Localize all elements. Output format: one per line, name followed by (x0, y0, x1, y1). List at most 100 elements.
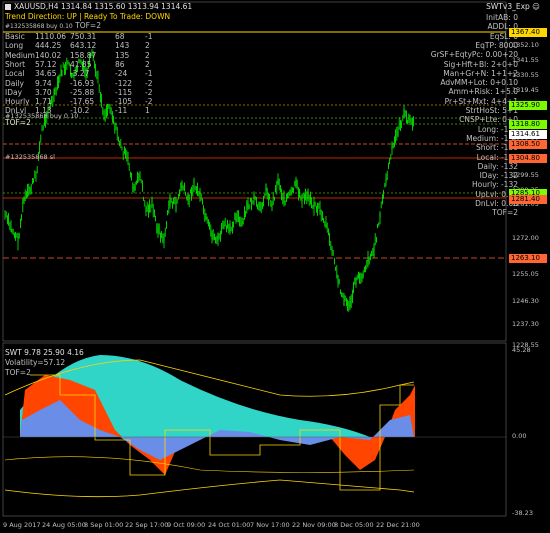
left-stat-cell: 750.31 (70, 32, 97, 41)
left-stat-cell: 2 (145, 41, 150, 51)
order-label-sl[interactable]: #132535868 sl (5, 153, 55, 161)
right-stat-row: EqTP: 8000 (400, 41, 518, 50)
right-stat-key: Long: (477, 124, 499, 134)
right-stat-row: GrSF+EqtyPc: 0.00+20 (400, 50, 518, 59)
left-stat-cell: 68 (115, 32, 125, 41)
time-axis-label: 24 Aug 05:00 (42, 521, 86, 529)
right-stat-row: Sig+Hft+Bl: 2+0+0 (400, 60, 518, 69)
right-stat-key: StrtHoSt: (465, 106, 500, 115)
right-stat-row: EqSL: 0 (400, 32, 518, 41)
symbol-indicator-icon (5, 4, 11, 10)
price-axis-label: 1255.05 (512, 270, 539, 278)
right-stat-key: DnLvl: (475, 199, 499, 208)
left-stat-cell: IDay (5, 87, 23, 97)
price-axis-label: 1352.10 (512, 41, 539, 49)
left-stat-cell: -24 (115, 69, 128, 79)
price-tag: 1308.50 (509, 140, 547, 149)
osc-axis-mid: 0.00 (512, 432, 527, 440)
left-stat-cell: Long (5, 41, 24, 51)
right-stat-key: IDay: (479, 171, 499, 181)
right-stat-row: DnLvl: 0.00 (400, 199, 518, 208)
time-axis-label: 22 Nov 09:00 (292, 521, 336, 529)
chart-title: XAUUSD,H4 1314.84 1315.60 1313.94 1314.6… (5, 2, 192, 12)
left-stat-cell: Daily (5, 78, 24, 88)
left-stat-cell: 2 (145, 50, 150, 60)
right-stat-row: Pr+St+Mxt: 4+4+1 (400, 97, 518, 106)
right-stat-key: Man+Gr+N: (443, 68, 489, 78)
right-stat-key: Sig+Hft+Bl: (443, 59, 489, 69)
right-stat-key: Pr+St+Mxt: (444, 96, 489, 106)
right-stat-row: TOF=2 (492, 208, 518, 218)
right-stat-key: ADDL: (487, 22, 511, 32)
left-stat-cell: 9.74 (35, 78, 52, 88)
right-stat-key: EqTP: (475, 40, 497, 50)
left-stat-cell: 643.12 (70, 41, 97, 51)
osc-orange-area-2 (330, 437, 385, 470)
right-stat-row: ADDL: 0 (400, 22, 518, 31)
right-stat-row: Amm+Risk: 1+5.0 (400, 87, 518, 96)
left-stat-cell: 1.71 (35, 97, 52, 107)
left-stat-cell: 1110.06 (35, 32, 67, 41)
right-stat-row: StrtHoSt: 5+1 (400, 106, 518, 115)
left-stat-cell: 140.02 (35, 50, 62, 60)
osc-axis-top: 45.28 (512, 346, 531, 354)
left-stat-cell: -1 (145, 69, 153, 79)
right-stat-key: CNSP+Lte: (459, 115, 500, 125)
right-stat-row: IDay: -132 (400, 171, 518, 180)
price-axis-label: 1341.55 (512, 56, 539, 64)
time-axis-label: 24 Oct 01:00 (208, 521, 251, 529)
swt-oscillator (4, 355, 415, 498)
left-stat-cell: 158.87 (70, 50, 97, 60)
right-stat-key: EqSL: (489, 31, 511, 41)
left-stat-cell: 444.25 (35, 41, 62, 51)
order-label-buy[interactable]: #132535868 buy 0.10 (5, 112, 78, 120)
left-stat-cell: 3.70 (35, 87, 52, 97)
left-stat-cell: -17.65 (70, 97, 95, 107)
right-stat-row: Medium: -132 (400, 134, 518, 143)
indicator-title: SWT 9.78 25.90 4.16 (5, 348, 84, 357)
price-axis-label: 1246.30 (512, 297, 539, 305)
osc-axis-bottom: -38.23 (512, 509, 533, 517)
right-stat-key: Hourly: (472, 180, 499, 190)
time-axis-label: 9 Oct 09:00 (167, 521, 206, 529)
tof-label-top: #132535868 buy 0.10 TOF=2 (5, 21, 101, 30)
right-stat-key: UpLvl: (475, 189, 499, 199)
left-stat-cell: -2 (145, 78, 153, 88)
time-axis-label: 22 Sep 17:00 (125, 521, 169, 529)
price-tag: 1263.10 (509, 254, 547, 263)
left-stat-cell: 34.65 (35, 69, 57, 79)
price-axis-label: 1299.55 (512, 171, 539, 179)
left-stat-cell: 86 (115, 59, 125, 69)
time-axis-label: 8 Sep 01:00 (84, 521, 124, 529)
left-stat-cell: Short (5, 59, 26, 69)
right-stat-key: GrSF+EqtyPc: (430, 50, 484, 60)
left-stat-cell: -115 (115, 87, 133, 97)
time-axis-label: 9 Aug 2017 (3, 521, 41, 529)
time-axis-label: 7 Nov 17:00 (250, 521, 290, 529)
left-stat-cell: 135 (115, 50, 130, 60)
right-stat-row: Hourly: -132 (400, 180, 518, 189)
right-stat-row: AdvMM+Lot: 0+0.10 (400, 78, 518, 87)
price-candles (4, 49, 415, 312)
right-stat-row: Daily: -132 (400, 162, 518, 171)
left-stat-cell: Medium (5, 50, 35, 60)
price-tag: 1304.80 (509, 154, 547, 163)
left-stat-cell: -105 (115, 97, 133, 107)
right-stat-key: Daily: (477, 161, 499, 171)
left-stat-cell: Hourly (5, 97, 30, 107)
time-axis-label: 22 Dec 21:00 (376, 521, 420, 529)
indicator-tof: TOF=2 (5, 368, 31, 377)
left-stat-cell: -16.93 (70, 78, 95, 88)
right-stat-row: UpLvl: 0.00 (400, 190, 518, 199)
right-stat-key: Medium: (466, 133, 499, 143)
chart-window[interactable]: XAUUSD,H4 1314.84 1315.60 1313.94 1314.6… (0, 0, 550, 533)
right-stat-value: -132 (498, 161, 518, 171)
right-stat-row: InitAB: 0 (400, 13, 518, 22)
right-stat-key: InitAB: (486, 13, 511, 22)
price-axis-label: 1330.55 (512, 71, 539, 79)
price-tag: 1314.61 (509, 130, 547, 139)
expert-name[interactable]: SWTv3_Exp ☺ (486, 2, 540, 11)
price-tag: 1318.80 (509, 120, 547, 129)
price-axis-label: 1319.45 (512, 86, 539, 94)
right-stat-value: 0 (510, 13, 518, 22)
